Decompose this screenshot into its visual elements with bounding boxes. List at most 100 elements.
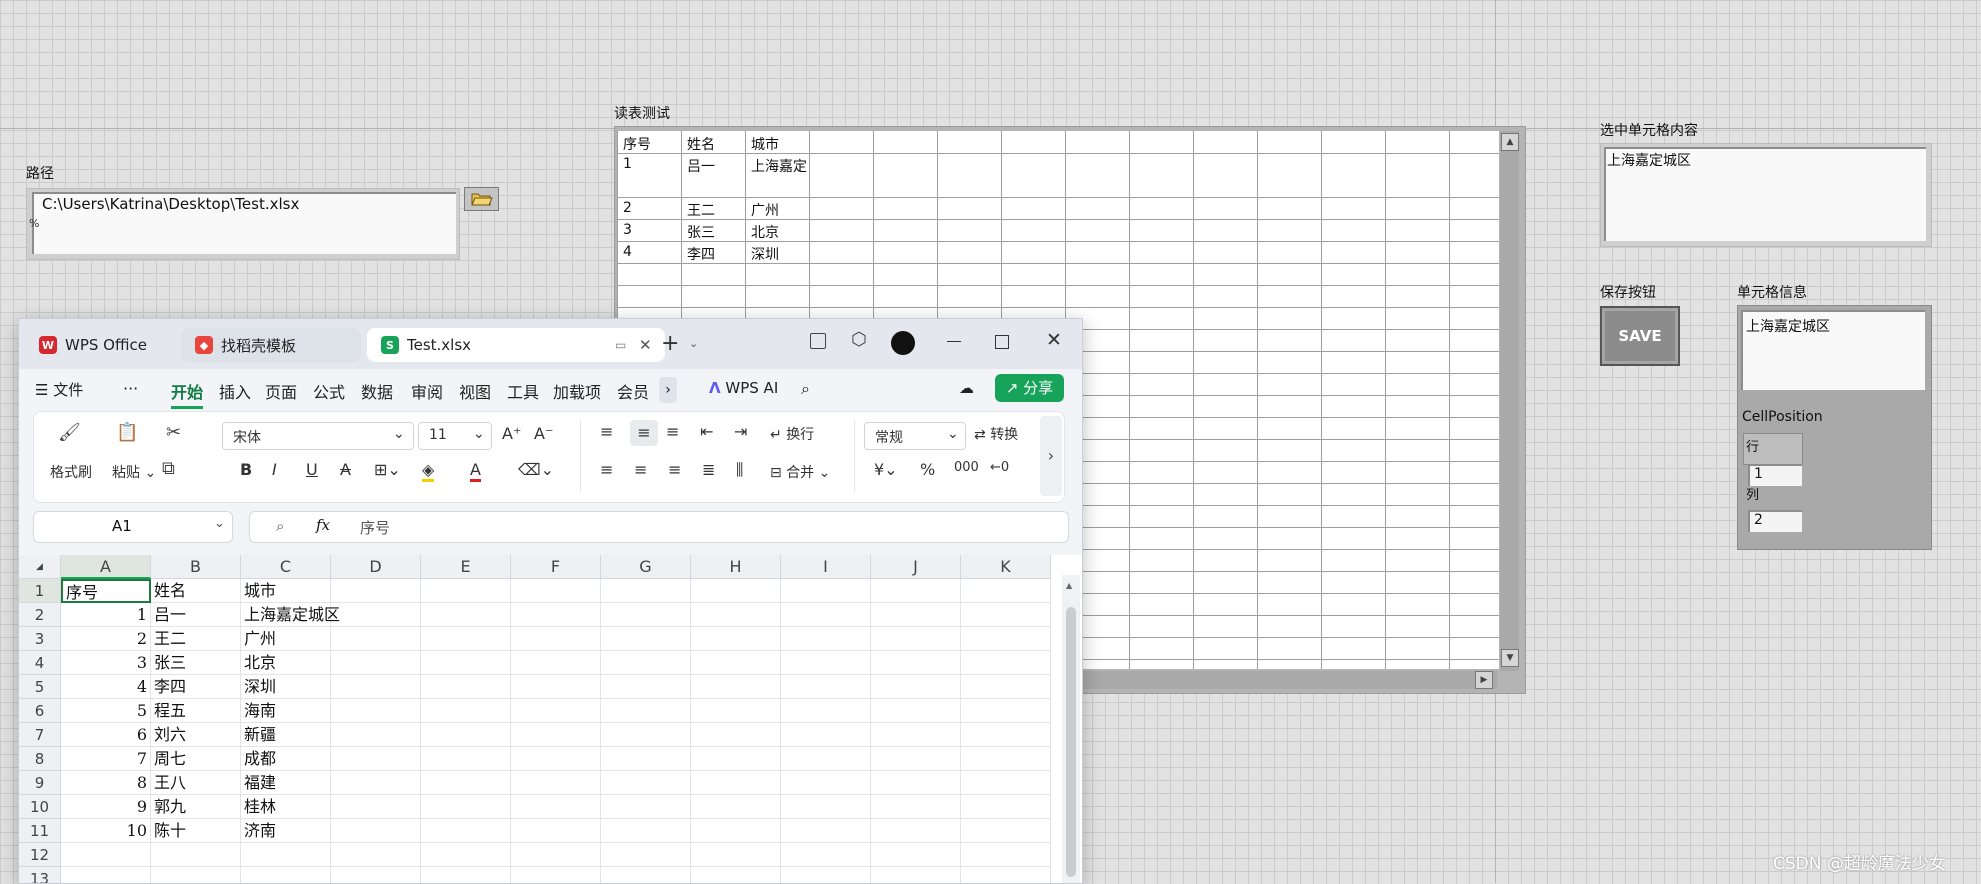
- grid-cell[interactable]: [961, 651, 1051, 675]
- share-button[interactable]: ↗ 分享: [995, 374, 1064, 402]
- grid-cell[interactable]: 2: [61, 627, 151, 651]
- menu-item[interactable]: 视图: [459, 379, 491, 403]
- grid-cell[interactable]: [421, 579, 511, 603]
- grid-cell[interactable]: [331, 747, 421, 771]
- grid-cell[interactable]: [601, 579, 691, 603]
- table-header-cell[interactable]: 姓名: [687, 134, 745, 154]
- align-center-icon[interactable]: ≡: [634, 460, 647, 479]
- grid-cell[interactable]: [331, 579, 421, 603]
- row-header[interactable]: 11: [19, 819, 61, 843]
- grid-cell[interactable]: [691, 699, 781, 723]
- chevron-right-icon[interactable]: ›: [659, 377, 677, 403]
- sheet-vertical-scrollbar[interactable]: ▲: [1062, 575, 1080, 883]
- grid-cell[interactable]: [421, 747, 511, 771]
- grid-cell[interactable]: [961, 819, 1051, 843]
- table-cell[interactable]: 李四: [687, 244, 745, 264]
- grid-cell[interactable]: [331, 603, 421, 627]
- grid-cell[interactable]: [421, 675, 511, 699]
- grid-cell[interactable]: [781, 843, 871, 867]
- window-manager-icon[interactable]: [810, 333, 826, 349]
- grid-cell[interactable]: [601, 603, 691, 627]
- grid-cell[interactable]: [961, 771, 1051, 795]
- grid-cell[interactable]: [601, 699, 691, 723]
- grid-cell[interactable]: 张三: [151, 651, 241, 675]
- grid-cell[interactable]: [511, 579, 601, 603]
- grid-cell[interactable]: [781, 723, 871, 747]
- grid-cell[interactable]: [241, 867, 331, 883]
- number-format-select[interactable]: 常规 ⌄: [864, 422, 966, 450]
- grid-cell[interactable]: [421, 723, 511, 747]
- table-cell[interactable]: 深圳: [751, 244, 809, 264]
- ribbon-scroll-right-icon[interactable]: ›: [1040, 416, 1062, 496]
- grid-cell[interactable]: [961, 795, 1051, 819]
- font-color-icon[interactable]: A: [470, 460, 481, 482]
- grid-cell[interactable]: [511, 723, 601, 747]
- grid-cell[interactable]: 北京: [241, 651, 331, 675]
- decimal-icon[interactable]: ←0: [990, 460, 1009, 475]
- align-middle-icon[interactable]: ≡: [630, 420, 658, 446]
- grid-cell[interactable]: 3: [61, 651, 151, 675]
- grid-cell[interactable]: [331, 843, 421, 867]
- grid-cell[interactable]: [601, 747, 691, 771]
- increase-indent-icon[interactable]: ⇥: [734, 422, 747, 441]
- grid-cell[interactable]: [601, 819, 691, 843]
- table-cell[interactable]: 2: [623, 200, 681, 216]
- grid-cell[interactable]: [691, 627, 781, 651]
- bold-icon[interactable]: B: [240, 460, 252, 479]
- grid-cell[interactable]: [691, 867, 781, 883]
- grid-cell[interactable]: [781, 795, 871, 819]
- grid-cell[interactable]: 郭九: [151, 795, 241, 819]
- menu-file[interactable]: ☰ 文件: [35, 379, 83, 400]
- row-header[interactable]: 6: [19, 699, 61, 723]
- column-header[interactable]: H: [691, 555, 781, 579]
- grid-cell[interactable]: 成都: [241, 747, 331, 771]
- menu-item[interactable]: 审阅: [411, 379, 443, 403]
- grid-cell[interactable]: [601, 723, 691, 747]
- grid-cell[interactable]: [421, 771, 511, 795]
- grid-cell[interactable]: [961, 627, 1051, 651]
- grid-cell[interactable]: [691, 579, 781, 603]
- grid-cell[interactable]: [691, 675, 781, 699]
- menu-item[interactable]: 数据: [361, 379, 393, 403]
- grid-cell[interactable]: [511, 867, 601, 883]
- column-header[interactable]: D: [331, 555, 421, 579]
- grid-cell[interactable]: 刘六: [151, 723, 241, 747]
- grid-cell[interactable]: [61, 867, 151, 883]
- grid-cell[interactable]: [691, 603, 781, 627]
- grid-cell[interactable]: [511, 771, 601, 795]
- scroll-up-icon[interactable]: ▲: [1501, 133, 1519, 151]
- grid-cell[interactable]: [781, 747, 871, 771]
- grid-cell[interactable]: [421, 843, 511, 867]
- menu-item[interactable]: 页面: [265, 379, 297, 403]
- menu-item[interactable]: 开始: [171, 379, 204, 409]
- cut-icon[interactable]: ✂: [166, 422, 181, 443]
- grid-cell[interactable]: [241, 843, 331, 867]
- column-header[interactable]: G: [601, 555, 691, 579]
- grid-cell[interactable]: [331, 627, 421, 651]
- cube-icon[interactable]: ⬡: [851, 329, 867, 350]
- menu-item[interactable]: 工具: [507, 379, 539, 403]
- grid-cell[interactable]: 济南: [241, 819, 331, 843]
- grid-cell[interactable]: [781, 771, 871, 795]
- grid-cell[interactable]: [781, 867, 871, 883]
- format-painter-icon[interactable]: 🖌: [58, 422, 81, 443]
- font-shrink-icon[interactable]: A⁻: [534, 424, 553, 443]
- grid-cell[interactable]: [781, 819, 871, 843]
- distribute-icon[interactable]: ⫼: [736, 460, 743, 480]
- row-header[interactable]: 3: [19, 627, 61, 651]
- browse-button[interactable]: [464, 187, 499, 211]
- minimize-icon[interactable]: [947, 341, 961, 342]
- italic-icon[interactable]: I: [272, 460, 277, 479]
- decrease-indent-icon[interactable]: ⇤: [700, 422, 713, 441]
- grid-cell[interactable]: [871, 867, 961, 883]
- currency-icon[interactable]: ¥⌄: [874, 460, 898, 479]
- grid-cell[interactable]: [601, 795, 691, 819]
- grid-cell[interactable]: [511, 627, 601, 651]
- align-bottom-icon[interactable]: ≡: [666, 422, 679, 441]
- grid-cell[interactable]: [601, 675, 691, 699]
- grid-cell[interactable]: 周七: [151, 747, 241, 771]
- grid-cell[interactable]: [691, 747, 781, 771]
- column-header[interactable]: B: [151, 555, 241, 579]
- grid-cell[interactable]: [961, 699, 1051, 723]
- percent-icon[interactable]: %: [920, 460, 935, 479]
